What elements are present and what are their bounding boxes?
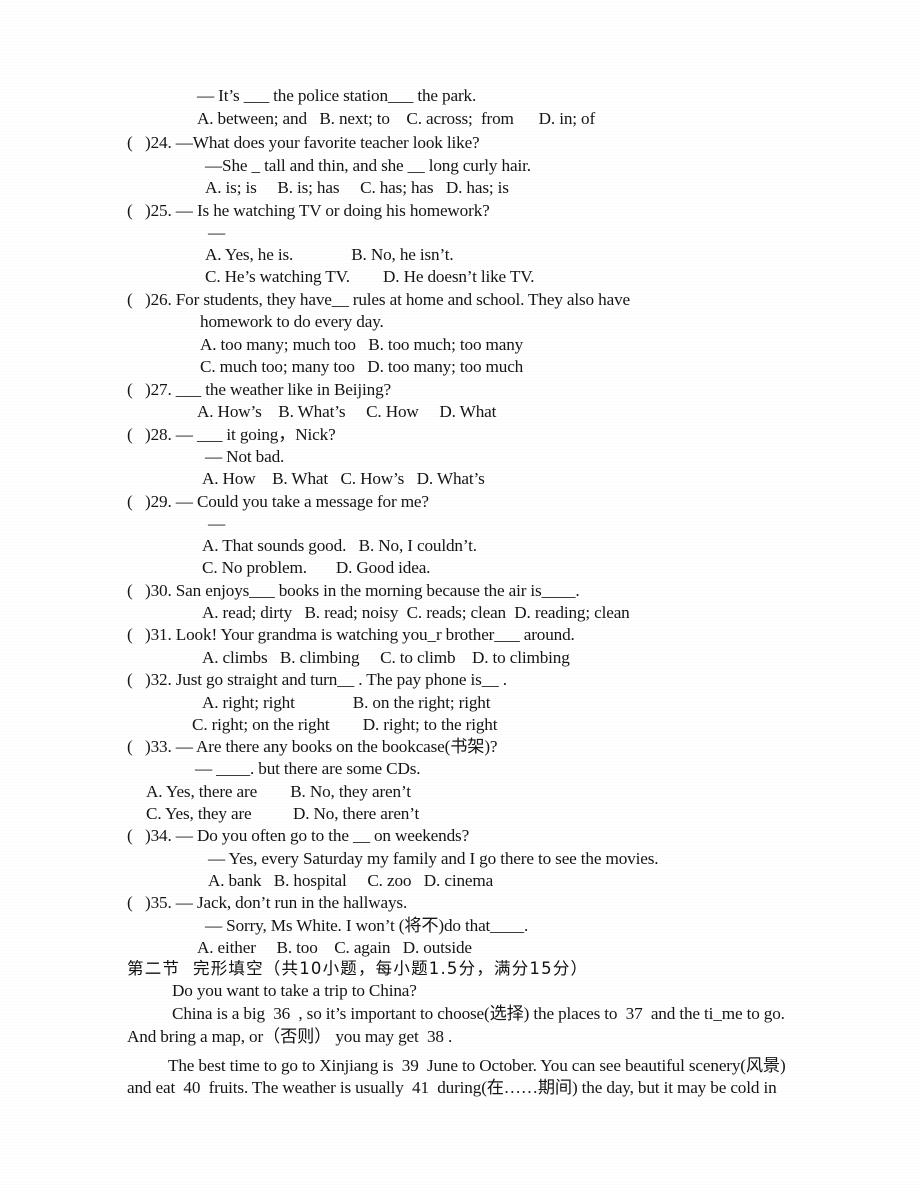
text-line-l31: — ____. but there are some CDs. — [195, 759, 421, 778]
text-line-l15: A. How’s B. What’s C. How D. What — [197, 402, 497, 421]
text-line-l25: ( )31. Look! Your grandma is watching yo… — [127, 625, 575, 644]
text-line-l10: ( )26. For students, they have__ rules a… — [127, 290, 630, 309]
text-line-l35: — Yes, every Saturday my family and I go… — [208, 849, 659, 868]
text-line-l06: ( )25. — Is he watching TV or doing his … — [127, 201, 490, 220]
text-line-l41: Do you want to take a trip to China? — [172, 981, 417, 1000]
text-line-l28: A. right; right B. on the right; right — [202, 693, 491, 712]
text-line-l14: ( )27. ___ the weather like in Beijing? — [127, 380, 391, 399]
text-line-l12: A. too many; much too B. too much; too m… — [200, 335, 524, 354]
text-line-l43: And bring a map, or（否则） you may get 38 . — [127, 1027, 453, 1046]
cloze-section-heading: 第二节 完形填空（共10小题，每小题1.5分，满分15分） — [127, 959, 589, 978]
text-line-l34: ( )34. — Do you often go to the __ on we… — [127, 826, 470, 845]
text-line-l20: — — [208, 514, 226, 533]
text-line-l19: ( )29. — Could you take a message for me… — [127, 492, 429, 511]
text-line-l42: China is a big 36 , so it’s important to… — [172, 1004, 785, 1023]
text-line-l09: C. He’s watching TV. D. He doesn’t like … — [205, 267, 535, 286]
exam-paper-page: — It’s ___ the police station___ the par… — [0, 0, 920, 1191]
text-line-l38: — Sorry, Ms White. I won’t (将不)do that__… — [205, 916, 529, 935]
text-line-l18: A. How B. What C. How’s D. What’s — [202, 469, 485, 488]
text-line-l33: C. Yes, they are D. No, there aren’t — [146, 804, 420, 823]
text-line-l44: The best time to go to Xinjiang is 39 Ju… — [168, 1056, 786, 1075]
text-line-l04: —She _ tall and thin, and she __ long cu… — [205, 156, 531, 175]
text-line-l24: A. read; dirty B. read; noisy C. reads; … — [202, 603, 630, 622]
text-line-l27: ( )32. Just go straight and turn__ . The… — [127, 670, 507, 689]
text-line-l02: A. between; and B. next; to C. across; f… — [197, 109, 596, 128]
text-line-l29: C. right; on the right D. right; to the … — [192, 715, 498, 734]
text-line-l37: ( )35. — Jack, don’t run in the hallways… — [127, 893, 408, 912]
text-line-l05: A. is; is B. is; has C. has; has D. has;… — [205, 178, 509, 197]
text-line-l23: ( )30. San enjoys___ books in the mornin… — [127, 581, 580, 600]
text-line-l21: A. That sounds good. B. No, I couldn’t. — [202, 536, 477, 555]
text-line-l26: A. climbs B. climbing C. to climb D. to … — [202, 648, 570, 667]
text-line-l36: A. bank B. hospital C. zoo D. cinema — [208, 871, 494, 890]
text-line-l11: homework to do every day. — [200, 312, 384, 331]
text-line-l30: ( )33. — Are there any books on the book… — [127, 737, 498, 756]
text-line-l01: — It’s ___ the police station___ the par… — [197, 86, 477, 105]
text-line-l03: ( )24. —What does your favorite teacher … — [127, 133, 480, 152]
text-line-l08: A. Yes, he is. B. No, he isn’t. — [205, 245, 454, 264]
text-line-l45: and eat 40 fruits. The weather is usuall… — [127, 1078, 777, 1097]
text-line-l22: C. No problem. D. Good idea. — [202, 558, 431, 577]
text-line-l17: — Not bad. — [205, 447, 285, 466]
text-line-l16: ( )28. — ___ it going，Nick? — [127, 425, 336, 444]
text-line-l13: C. much too; many too D. too many; too m… — [200, 357, 524, 376]
text-line-l32: A. Yes, there are B. No, they aren’t — [146, 782, 411, 801]
text-line-l07: — — [208, 223, 226, 242]
